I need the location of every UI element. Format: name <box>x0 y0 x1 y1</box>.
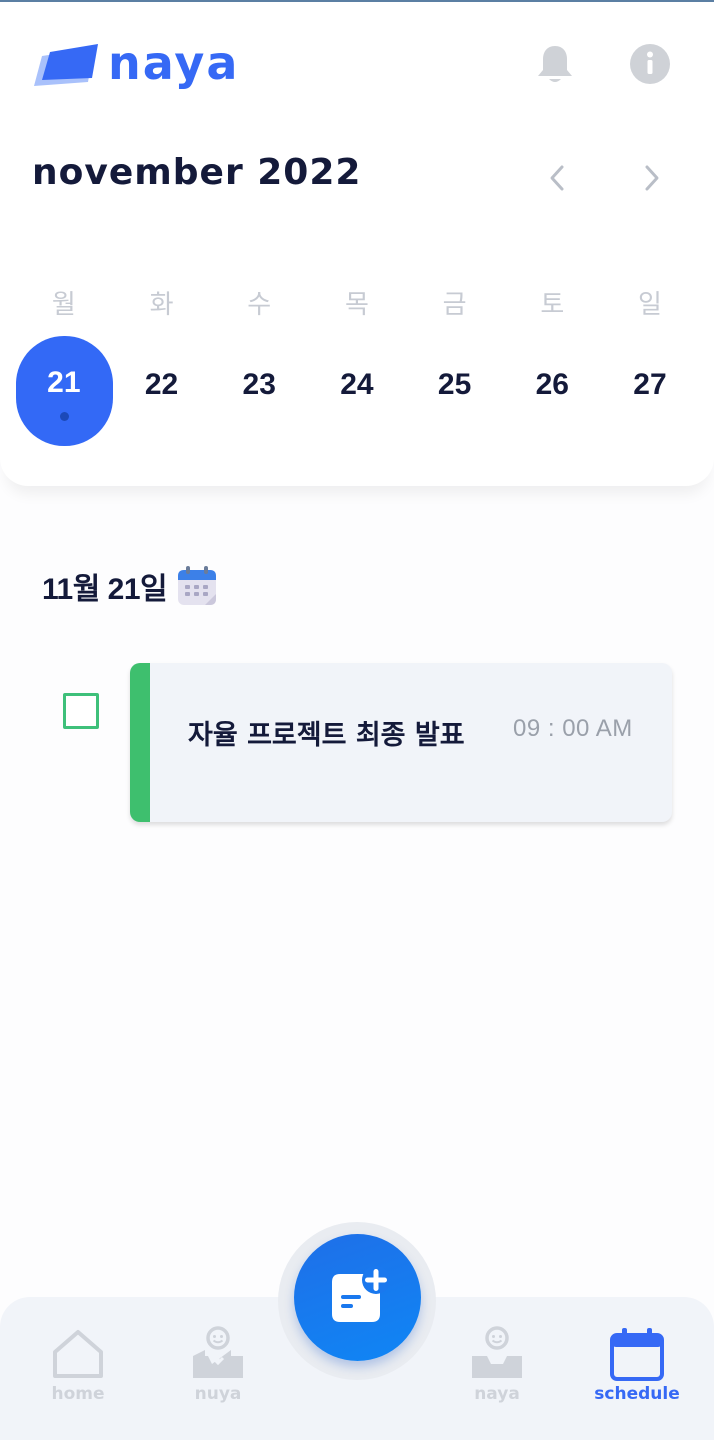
info-icon <box>630 44 670 84</box>
nav-label: schedule <box>594 1384 680 1404</box>
task-title: 자율 프로젝트 최종 발표 <box>188 720 465 751</box>
day-number: 27 <box>633 368 667 401</box>
home-icon <box>53 1330 103 1378</box>
weekday-label: 금 <box>442 290 467 320</box>
nav-schedule[interactable]: schedule <box>582 1322 692 1422</box>
nav-label: nuya <box>194 1384 242 1404</box>
date-heading-text: 11월 21일 <box>42 573 168 606</box>
task-card[interactable]: 자율 프로젝트 최종 발표 09 : 00 AM <box>130 663 672 822</box>
task-checkbox[interactable] <box>63 693 99 729</box>
weekday-row: 월 화 수 목 금 토 일 <box>15 284 699 321</box>
previous-week-button[interactable] <box>535 156 579 200</box>
weekday-label: 수 <box>247 290 272 320</box>
day-cell[interactable]: 25 <box>406 336 504 446</box>
day-number: 25 <box>437 368 472 401</box>
nav-naya[interactable]: naya <box>442 1322 552 1422</box>
naya-inbox-icon <box>472 1326 522 1378</box>
bell-icon <box>538 46 572 82</box>
nav-home[interactable]: home <box>23 1322 133 1422</box>
day-number: 21 <box>47 366 81 399</box>
day-cell[interactable]: 24 <box>308 336 406 446</box>
calendar-emoji-icon <box>178 566 217 605</box>
nav-label: home <box>51 1384 105 1404</box>
chevron-left-icon <box>550 165 564 191</box>
next-week-button[interactable] <box>630 156 674 200</box>
task-color-bar <box>130 663 150 822</box>
selected-date-heading: 11월 21일 <box>42 564 219 608</box>
day-number: 23 <box>242 368 276 401</box>
logo-text: naya <box>108 36 240 90</box>
nuya-inbox-icon <box>193 1326 243 1378</box>
add-note-icon <box>331 1265 390 1322</box>
weekday-label: 화 <box>149 290 174 320</box>
logo-mark-icon <box>34 44 98 86</box>
app-logo: naya <box>32 36 252 92</box>
nav-label: naya <box>474 1384 520 1404</box>
chevron-right-icon <box>645 165 659 191</box>
day-number: 22 <box>144 368 179 401</box>
day-cell[interactable]: 27 <box>601 336 699 446</box>
task-time: 09 : 00 AM <box>513 715 633 742</box>
weekday-label: 월 <box>51 290 76 320</box>
info-button[interactable] <box>628 42 672 86</box>
day-number: 24 <box>340 368 374 401</box>
day-cell-selected[interactable]: 21 <box>15 336 113 446</box>
calendar-header-card: naya november 2022 월 화 수 목 금 토 일 21 22 2… <box>0 2 714 486</box>
event-dot <box>60 412 69 421</box>
weekday-label: 목 <box>344 290 369 320</box>
day-cell[interactable]: 26 <box>503 336 601 446</box>
day-cell[interactable]: 23 <box>210 336 308 446</box>
day-number: 26 <box>535 368 569 401</box>
add-schedule-button[interactable] <box>294 1234 421 1361</box>
month-title: november 2022 <box>32 152 362 193</box>
nav-nuya[interactable]: nuya <box>163 1322 273 1422</box>
calendar-icon <box>610 1328 664 1381</box>
day-cell[interactable]: 22 <box>113 336 211 446</box>
notification-button[interactable] <box>533 42 577 86</box>
day-row: 21 22 23 24 25 26 27 <box>15 336 699 446</box>
weekday-label: 토 <box>540 290 565 320</box>
weekday-label: 일 <box>638 290 662 320</box>
